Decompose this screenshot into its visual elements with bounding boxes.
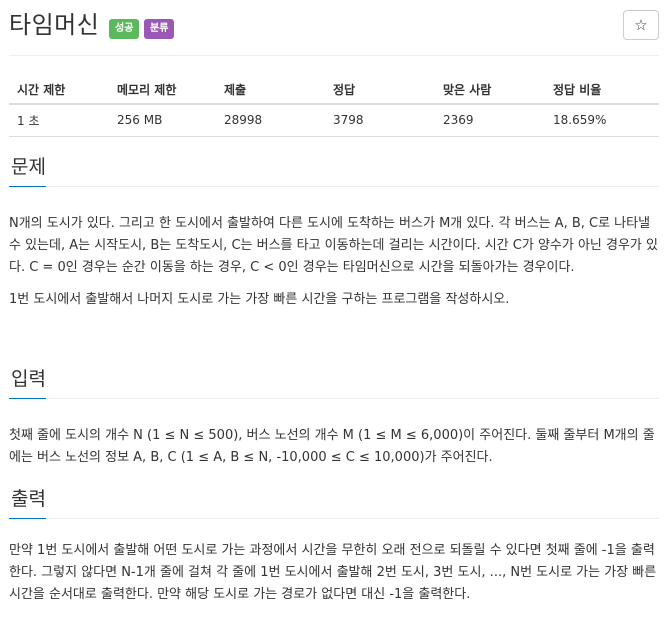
description-paragraph: N개의 도시가 있다. 그리고 한 도시에서 출발하여 다른 도시에 도착하는 …	[9, 216, 658, 275]
description-underline	[9, 186, 46, 187]
output-heading: 출력	[9, 485, 659, 519]
input-paragraph: 첫째 줄에 도시의 개수 N (1 ≤ N ≤ 500), 버스 노선의 개수 …	[9, 428, 655, 465]
description-title: 문제	[11, 156, 46, 178]
value-time-limit: 1 초	[9, 104, 109, 137]
header-memory-limit: 메모리 제한	[109, 76, 216, 105]
value-memory-limit: 256 MB	[109, 104, 216, 137]
output-underline	[9, 518, 46, 519]
page-title: 타임머신	[9, 11, 100, 39]
header-accept-ratio: 정답 비율	[545, 76, 659, 105]
header-solved-users: 맞은 사람	[435, 76, 545, 105]
input-title: 입력	[11, 368, 46, 390]
output-section: 출력 만약 1번 도시에서 출발해 어떤 도시로 가는 과정에서 시간을 무한히…	[9, 485, 659, 606]
stats-value-row: 1 초 256 MB 28998 3798 2369 18.659%	[9, 104, 659, 137]
success-badge[interactable]: 성공	[109, 19, 140, 39]
description-paragraph: 1번 도시에서 출발해서 나머지 도시로 가는 가장 빠른 시간을 구하는 프로…	[9, 292, 510, 307]
stats-header-row: 시간 제한 메모리 제한 제출 정답 맞은 사람 정답 비율	[9, 76, 659, 105]
output-body: 만약 1번 도시에서 출발해 어떤 도시로 가는 과정에서 시간을 무한히 오래…	[9, 540, 659, 606]
category-badge[interactable]: 분류	[144, 19, 175, 39]
favorite-star-button[interactable]: ☆	[623, 10, 659, 40]
input-section: 입력 첫째 줄에 도시의 개수 N (1 ≤ N ≤ 500), 버스 노선의 …	[9, 365, 659, 469]
header-accepted: 정답	[325, 76, 435, 105]
header-submissions: 제출	[216, 76, 325, 105]
input-heading: 입력	[9, 365, 659, 399]
description-body: N개의 도시가 있다. 그리고 한 도시에서 출발하여 다른 도시에 도착하는 …	[9, 213, 659, 311]
value-submissions: 28998	[216, 104, 325, 137]
star-icon: ☆	[634, 16, 648, 34]
header-divider	[9, 55, 659, 56]
input-underline	[9, 398, 46, 399]
description-heading: 문제	[9, 153, 659, 187]
value-solved-users: 2369	[435, 104, 545, 137]
output-title: 출력	[11, 488, 46, 510]
header-time-limit: 시간 제한	[9, 76, 109, 105]
value-accept-ratio: 18.659%	[545, 104, 659, 137]
input-body: 첫째 줄에 도시의 개수 N (1 ≤ N ≤ 500), 버스 노선의 개수 …	[9, 425, 659, 469]
problem-header: 타임머신 성공 분류 ☆	[9, 8, 659, 44]
description-section: 문제 N개의 도시가 있다. 그리고 한 도시에서 출발하여 다른 도시에 도착…	[9, 153, 659, 311]
output-paragraph: 만약 1번 도시에서 출발해 어떤 도시로 가는 과정에서 시간을 무한히 오래…	[9, 543, 657, 602]
problem-stats-table: 시간 제한 메모리 제한 제출 정답 맞은 사람 정답 비율 1 초 256 M…	[9, 76, 659, 137]
value-accepted: 3798	[325, 104, 435, 137]
